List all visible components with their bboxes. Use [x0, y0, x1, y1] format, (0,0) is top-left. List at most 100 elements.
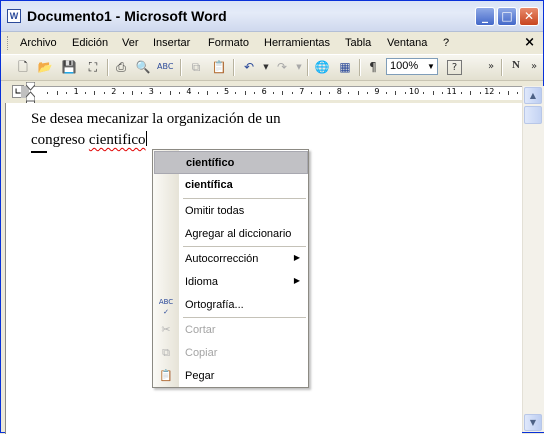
menu-grip[interactable] — [7, 36, 11, 50]
paste-item[interactable]: 📋 Pegar — [154, 365, 308, 388]
menu-insertar[interactable]: Insertar — [153, 37, 190, 49]
redo-dropdown-icon[interactable]: ▼ — [291, 59, 307, 75]
ruler-tick — [273, 92, 274, 94]
redo-icon[interactable]: ↷ — [274, 59, 290, 75]
menu-separator — [183, 198, 306, 199]
ruler-tick — [291, 92, 293, 94]
toolbar-separator — [307, 59, 309, 76]
zoom-dropdown-icon[interactable]: ▼ — [425, 59, 437, 74]
maximize-icon: □ — [501, 9, 513, 23]
open-folder-icon[interactable]: 📂 — [37, 59, 53, 75]
spelling-icon[interactable]: ABC — [157, 59, 173, 75]
zoom-value: 100% — [390, 60, 419, 72]
cut-item[interactable]: ✂ Cortar — [154, 319, 308, 342]
menu-separator — [183, 246, 306, 247]
ruler-number: 6 — [261, 87, 267, 96]
end-of-document-marker — [31, 151, 47, 153]
window-title: Documento1 - Microsoft Word — [27, 8, 227, 24]
menu-formato[interactable]: Formato — [208, 37, 249, 49]
ruler-number: 2 — [111, 87, 117, 96]
toolbar-options-icon[interactable]: » — [483, 59, 499, 75]
word-app-icon[interactable]: W — [7, 9, 21, 23]
ruler-tick — [132, 91, 133, 95]
print-icon[interactable]: ⎙ — [113, 59, 129, 75]
ignore-all-item[interactable]: Omitir todas — [154, 200, 308, 223]
ruler-tick — [66, 92, 68, 94]
toolbar-options-icon-2[interactable]: » — [526, 59, 542, 75]
spelling-item[interactable]: ABC ✓ Ortografía... — [154, 294, 308, 317]
horizontal-ruler[interactable]: 1 2 3 4 5 6 7 8 9 10 11 12 — [29, 86, 523, 100]
autocorrect-label: Autocorrección — [185, 253, 259, 265]
bold-icon[interactable]: N — [508, 59, 524, 75]
insert-hyperlink-icon[interactable]: 🌐 — [314, 59, 330, 75]
ruler-number: 3 — [148, 87, 154, 96]
print-preview-icon[interactable]: 🔍 — [135, 59, 151, 75]
menu-ventana[interactable]: Ventana — [387, 37, 427, 49]
ruler-tick — [310, 92, 312, 94]
undo-dropdown-icon[interactable]: ▼ — [258, 59, 274, 75]
ruler-tick — [395, 91, 397, 95]
spelling-label: Ortografía... — [185, 299, 244, 311]
tables-and-borders-icon[interactable]: ▦ — [337, 59, 353, 75]
minimize-icon: _ — [482, 9, 488, 23]
copy-item[interactable]: ⧉ Copiar — [154, 342, 308, 365]
suggestion-cientifico[interactable]: científico — [154, 151, 308, 174]
ruler-tick — [470, 91, 472, 95]
document-text[interactable]: Se desea mecanizar la organización de un… — [31, 109, 281, 151]
menu-ver[interactable]: Ver — [122, 37, 139, 49]
submenu-arrow-icon: ▶ — [293, 253, 300, 262]
ruler-tick — [517, 92, 519, 94]
indent-marker-icon[interactable] — [26, 82, 35, 104]
ruler-tick — [357, 91, 359, 95]
misspelled-word[interactable]: cientifico — [89, 132, 146, 148]
ruler-number: 5 — [224, 87, 230, 96]
ruler-tick — [320, 91, 321, 95]
menu-tabla[interactable]: Tabla — [345, 37, 371, 49]
ruler-tick — [85, 92, 86, 94]
ruler-number: 9 — [374, 87, 380, 96]
add-to-dictionary-item[interactable]: Agregar al diccionario — [154, 223, 308, 246]
menu-separator — [183, 317, 306, 318]
ruler-tick — [432, 91, 434, 95]
clipboard-icon: 📋 — [159, 369, 173, 382]
ruler-number: 10 — [409, 87, 420, 96]
menu-edicion[interactable]: Edición — [72, 37, 108, 49]
new-document-icon[interactable]: 🗋 — [15, 59, 31, 75]
text-cursor — [145, 131, 147, 146]
scroll-up-button[interactable]: ▲ — [524, 87, 542, 104]
scroll-down-button[interactable]: ▼ — [524, 414, 542, 431]
menu-archivo[interactable]: Archivo — [20, 37, 57, 49]
copy-icon: ⧉ — [162, 346, 170, 359]
language-label: Idioma — [185, 276, 219, 288]
ruler-tick — [160, 92, 162, 94]
copy-format-icon[interactable]: ⧉ — [188, 59, 204, 75]
submenu-arrow-icon: ▶ — [293, 276, 300, 285]
autocorrect-item[interactable]: Autocorrección ▶ — [154, 248, 308, 271]
suggestion-cientifica[interactable]: científica — [154, 174, 308, 197]
ruler-number: 8 — [336, 87, 342, 96]
ruler-tick — [94, 91, 96, 95]
close-window-button[interactable]: ✕ — [519, 7, 539, 26]
menu-help[interactable]: ? — [443, 37, 449, 49]
toolbar-separator — [180, 59, 182, 76]
help-icon[interactable]: ? — [447, 60, 462, 75]
show-formatting-icon[interactable]: ¶ — [365, 59, 381, 75]
vertical-scrollbar[interactable]: ▲ ▼ — [522, 86, 544, 432]
undo-icon[interactable]: ↶ — [241, 59, 257, 75]
copy-label: Copiar — [185, 347, 218, 359]
close-document-icon[interactable]: × — [524, 35, 535, 50]
paste-icon[interactable]: 📋 — [211, 59, 227, 75]
ignore-all-label: Omitir todas — [185, 205, 245, 217]
ruler-number: 4 — [186, 87, 192, 96]
maximize-button[interactable]: □ — [497, 7, 517, 26]
scroll-thumb[interactable] — [524, 106, 542, 124]
title-bar[interactable]: W Documento1 - Microsoft Word _ □ ✕ — [1, 1, 543, 32]
language-item[interactable]: Idioma ▶ — [154, 271, 308, 294]
zoom-box[interactable]: 100% ▼ — [386, 58, 438, 75]
save-icon[interactable]: 💾 — [61, 59, 77, 75]
minimize-button[interactable]: _ — [475, 7, 495, 26]
permission-icon[interactable]: ⛶ — [85, 59, 101, 75]
toolbar-separator — [359, 59, 361, 76]
cut-label: Cortar — [185, 324, 216, 336]
menu-herramientas[interactable]: Herramientas — [264, 37, 330, 49]
